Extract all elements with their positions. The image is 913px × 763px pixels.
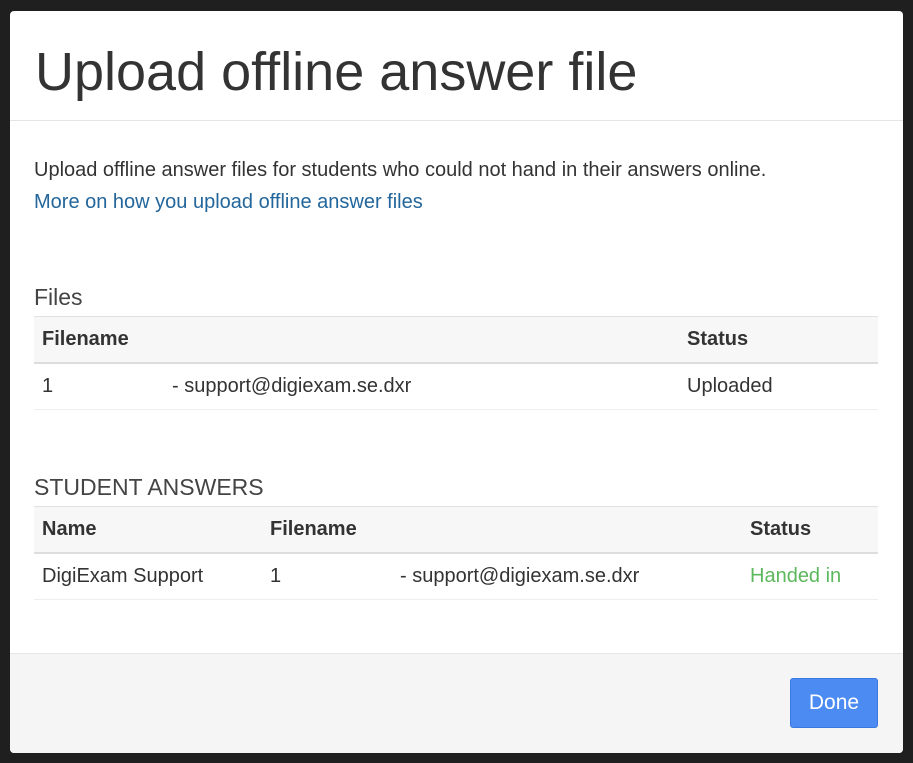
answers-header-row: Name Filename Status xyxy=(34,506,878,554)
table-row: DigiExam Support 1 - support@digiexam.se.… xyxy=(34,553,878,600)
answers-col-status: Status xyxy=(742,506,878,554)
table-row: 1 - support@digiexam.se.dxr Uploaded xyxy=(34,363,878,410)
file-number: 1 xyxy=(42,375,54,397)
files-section-title: Files xyxy=(34,284,83,310)
answers-col-filename: Filename xyxy=(262,506,742,554)
modal-title: Upload offline answer file xyxy=(35,42,638,102)
files-table: Filename Status 1 - support@digiexam.se.d… xyxy=(34,316,878,410)
answers-col-name: Name xyxy=(34,506,262,554)
files-col-status: Status xyxy=(679,316,878,364)
modal-header: Upload offline answer file xyxy=(10,11,903,121)
file-status: Uploaded xyxy=(679,363,878,410)
answer-file-name-rest: - support@digiexam.se.dxr xyxy=(400,565,640,587)
files-col-filename: Filename xyxy=(34,316,679,364)
intro-text: Upload offline answer files for students… xyxy=(34,159,767,181)
file-name-rest: - support@digiexam.se.dxr xyxy=(172,375,412,397)
answer-file-number: 1 xyxy=(270,565,282,587)
answer-student-name: DigiExam Support xyxy=(34,553,262,600)
answer-filename: 1 - support@digiexam.se.dxr xyxy=(262,553,742,600)
answers-table: Name Filename Status DigiExam Support 1 -… xyxy=(34,506,878,600)
files-header-row: Filename Status xyxy=(34,316,878,364)
modal-body: Upload offline answer files for students… xyxy=(10,121,903,654)
file-filename: 1 - support@digiexam.se.dxr xyxy=(34,363,679,410)
help-link[interactable]: More on how you upload offline answer fi… xyxy=(34,191,423,214)
upload-modal: Upload offline answer file Upload offlin… xyxy=(10,11,903,753)
answers-section-title: STUDENT ANSWERS xyxy=(34,474,264,500)
answer-status: Handed in xyxy=(742,553,878,600)
done-button[interactable]: Done xyxy=(790,678,878,728)
modal-footer: Done xyxy=(10,653,903,753)
